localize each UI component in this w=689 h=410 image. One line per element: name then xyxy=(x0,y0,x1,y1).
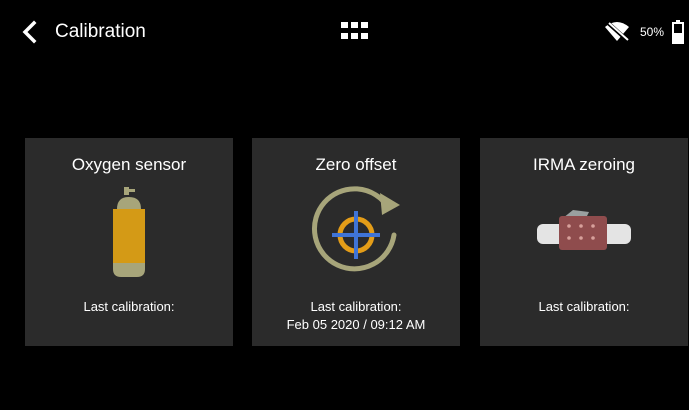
last-calibration-text: Last calibration: Feb 05 2020 / 09:12 AM xyxy=(252,298,460,334)
top-bar: Calibration 50% xyxy=(0,0,689,64)
last-calibration-label: Last calibration: xyxy=(538,299,630,314)
battery-percent: 50% xyxy=(640,25,665,39)
irma-zeroing-card[interactable]: IRMA zeroing Last calibration: xyxy=(480,138,688,346)
last-calibration-text: Last calibration: xyxy=(480,298,688,316)
page-title: Calibration xyxy=(55,21,146,42)
wifi-off-icon xyxy=(605,20,629,42)
zero-offset-icon xyxy=(311,186,400,272)
card-title: Zero offset xyxy=(315,155,397,174)
zero-offset-card[interactable]: Zero offset Last calibration: Feb 05 202… xyxy=(252,138,460,346)
last-calibration-value: Feb 05 2020 / 09:12 AM xyxy=(286,317,426,332)
irma-sensor-icon xyxy=(537,210,631,250)
wifi-status xyxy=(603,20,631,42)
last-calibration-text: Last calibration: xyxy=(25,298,233,316)
battery-status xyxy=(672,20,684,44)
oxygen-cylinder-icon xyxy=(113,187,145,277)
back-button[interactable] xyxy=(20,20,42,44)
calibration-screen: Calibration 50% Oxygen sensor Last calib… xyxy=(0,0,689,410)
battery-icon xyxy=(672,20,684,44)
chevron-left-icon xyxy=(22,20,37,44)
apps-menu-button[interactable] xyxy=(340,20,370,44)
oxygen-sensor-card[interactable]: Oxygen sensor Last calibration: xyxy=(25,138,233,346)
card-title: IRMA zeroing xyxy=(532,155,636,174)
last-calibration-label: Last calibration: xyxy=(310,299,402,314)
grid-icon xyxy=(341,22,368,39)
last-calibration-label: Last calibration: xyxy=(83,299,175,314)
card-title: Oxygen sensor xyxy=(71,155,187,174)
